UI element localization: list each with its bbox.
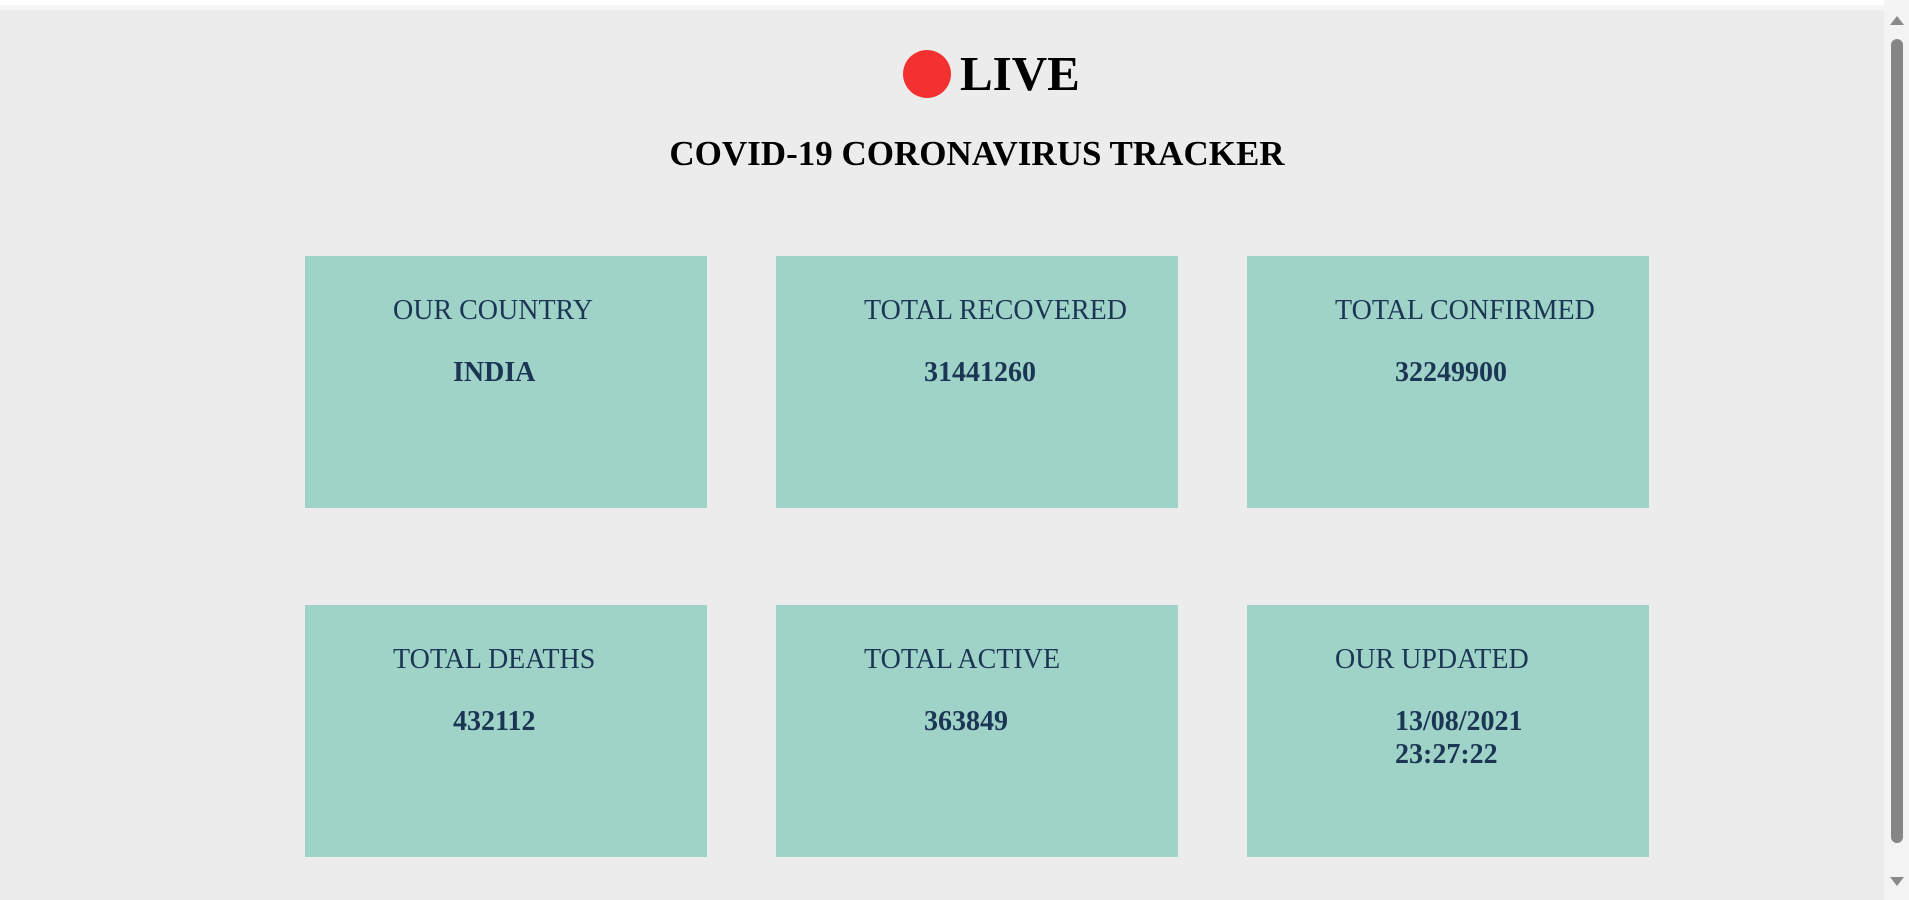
live-dot-icon [903,50,951,98]
card-value: 31441260 [924,357,1036,388]
scroll-up-icon[interactable] [1890,16,1904,25]
card-label: TOTAL CONFIRMED [1335,295,1595,326]
scroll-thumb[interactable] [1891,39,1903,843]
card-our-updated: OUR UPDATED 13/08/2021 23:27:22 [1247,605,1649,857]
card-total-confirmed: TOTAL CONFIRMED 32249900 [1247,256,1649,508]
card-total-active: TOTAL ACTIVE 363849 [776,605,1178,857]
updated-time: 23:27:22 [1395,739,1498,770]
card-total-recovered: TOTAL RECOVERED 31441260 [776,256,1178,508]
card-label: TOTAL RECOVERED [864,295,1127,326]
card-our-country: OUR COUNTRY INDIA [305,256,707,508]
live-label: LIVE [960,46,1080,101]
vertical-scrollbar[interactable] [1884,0,1909,900]
card-value: 432112 [453,706,536,737]
card-value: 13/08/2021 23:27:22 [1395,705,1635,771]
card-label: TOTAL ACTIVE [864,644,1061,675]
card-value: 363849 [924,706,1008,737]
updated-date: 13/08/2021 [1395,706,1523,737]
page-title: COVID-19 CORONAVIRUS TRACKER [669,134,1285,173]
live-indicator: LIVE [0,40,1909,110]
card-label: TOTAL DEATHS [393,644,596,675]
scroll-down-icon[interactable] [1890,877,1904,886]
card-label: OUR UPDATED [1335,644,1529,675]
card-label: OUR COUNTRY [393,295,593,326]
card-value: 32249900 [1395,357,1507,388]
card-value: INDIA [453,357,536,388]
top-strip [0,5,1884,10]
card-total-deaths: TOTAL DEATHS 432112 [305,605,707,857]
